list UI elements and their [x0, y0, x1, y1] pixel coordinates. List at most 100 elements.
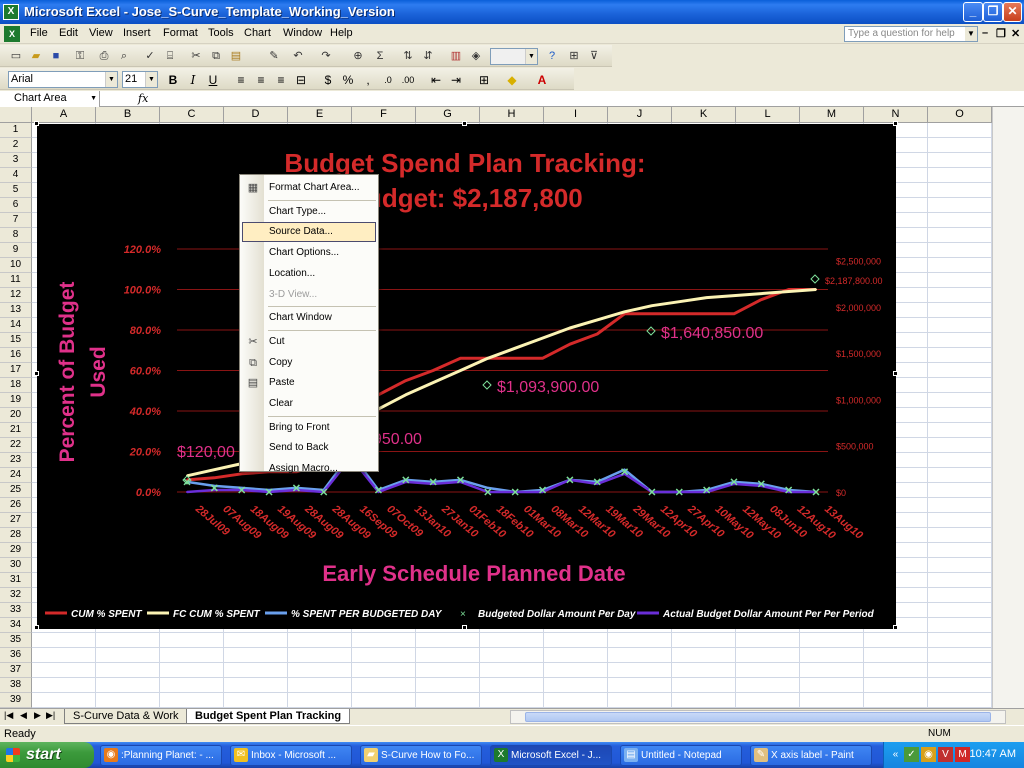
column-header[interactable]: J: [608, 107, 672, 123]
row-header[interactable]: 15: [0, 333, 32, 348]
chart-area[interactable]: Budget Spend Plan Tracking: Budget: $2,1…: [37, 124, 896, 629]
context-menu-item[interactable]: Location...: [242, 264, 376, 284]
taskbar-button[interactable]: ▰ S-Curve How to Fo...: [360, 745, 482, 766]
context-menu-item[interactable]: Chart Type...: [242, 202, 376, 222]
row-header[interactable]: 16: [0, 348, 32, 363]
network-icon[interactable]: ◉: [921, 747, 936, 762]
mcafee-icon[interactable]: M: [955, 747, 970, 762]
table-icon[interactable]: ⊞: [566, 48, 582, 64]
next-sheet-icon[interactable]: ▶: [34, 710, 41, 721]
minimize-button[interactable]: _: [963, 2, 983, 22]
context-menu-item[interactable]: Bring to Front: [242, 418, 376, 438]
row-header[interactable]: 22: [0, 438, 32, 453]
context-menu-item[interactable]: ✂ Cut: [242, 332, 376, 352]
column-header[interactable]: C: [160, 107, 224, 123]
y-axis-label-line1[interactable]: Percent of Budget: [56, 282, 79, 463]
chart-wizard-icon[interactable]: ▥: [448, 48, 464, 64]
sort-descending-icon[interactable]: ⇵: [420, 48, 436, 64]
taskbar-button[interactable]: ✉ Inbox - Microsoft ...: [230, 745, 352, 766]
hyperlink-icon[interactable]: ⊕: [350, 48, 366, 64]
sort-ascending-icon[interactable]: ⇅: [400, 48, 416, 64]
row-header[interactable]: 5: [0, 183, 32, 198]
sheet-tab-s-curve-data[interactable]: S-Curve Data & Work: [64, 709, 188, 724]
data-point[interactable]: [678, 300, 681, 303]
legend-label[interactable]: CUM % SPENT: [71, 609, 142, 620]
column-header[interactable]: I: [544, 107, 608, 123]
row-header[interactable]: 27: [0, 513, 32, 528]
menu-edit[interactable]: Edit: [59, 27, 78, 39]
column-header[interactable]: E: [288, 107, 352, 123]
row-header[interactable]: 32: [0, 588, 32, 603]
row-header[interactable]: 4: [0, 168, 32, 183]
column-header[interactable]: K: [672, 107, 736, 123]
data-point[interactable]: [787, 290, 790, 293]
context-menu-item[interactable]: Chart Window: [242, 308, 376, 328]
row-header[interactable]: 34: [0, 618, 32, 633]
data-annotation[interactable]: $120,00: [177, 444, 235, 461]
format-painter-icon[interactable]: ✎: [266, 48, 282, 64]
bold-button[interactable]: B: [165, 72, 181, 88]
row-header[interactable]: 38: [0, 678, 32, 693]
data-point[interactable]: [432, 369, 435, 372]
row-header[interactable]: 6: [0, 198, 32, 213]
column-header[interactable]: G: [416, 107, 480, 123]
row-header[interactable]: 17: [0, 363, 32, 378]
new-icon[interactable]: ▭: [8, 48, 24, 64]
data-point[interactable]: [404, 379, 407, 382]
data-point[interactable]: [705, 312, 708, 315]
row-header[interactable]: 7: [0, 213, 32, 228]
chevron-down-icon[interactable]: ▼: [525, 49, 537, 64]
context-menu-item[interactable]: ⧉ Copy: [242, 353, 376, 373]
row-header[interactable]: 36: [0, 648, 32, 663]
data-point[interactable]: [541, 357, 544, 360]
antivirus-icon[interactable]: V: [938, 747, 953, 762]
data-point[interactable]: [623, 310, 626, 313]
permission-icon[interactable]: ⚿: [72, 48, 88, 64]
workbook-icon[interactable]: X: [4, 26, 20, 42]
data-point[interactable]: [404, 393, 407, 396]
row-header[interactable]: 10: [0, 258, 32, 273]
menu-format[interactable]: Format: [163, 27, 198, 39]
name-box[interactable]: Chart Area ▼: [0, 91, 100, 107]
chevron-down-icon[interactable]: ▼: [105, 72, 117, 87]
last-sheet-icon[interactable]: ▶|: [46, 710, 55, 721]
resize-handle[interactable]: [34, 121, 39, 126]
row-header[interactable]: 2: [0, 138, 32, 153]
data-point[interactable]: [486, 486, 489, 489]
row-header[interactable]: 12: [0, 288, 32, 303]
data-point[interactable]: [760, 292, 763, 295]
context-menu-item[interactable]: ▦ Format Chart Area...: [242, 178, 376, 198]
data-point[interactable]: [568, 326, 571, 329]
print-preview-icon[interactable]: ⌕: [116, 48, 132, 64]
row-header[interactable]: 23: [0, 453, 32, 468]
italic-button[interactable]: I: [185, 72, 201, 88]
workbook-close-button[interactable]: ✕: [1011, 27, 1020, 40]
cut-icon[interactable]: ✂: [188, 48, 204, 64]
column-header[interactable]: D: [224, 107, 288, 123]
help-icon[interactable]: ?: [544, 48, 560, 64]
taskbar-button[interactable]: ◉:Planning Planet: - ...: [100, 745, 222, 766]
column-header[interactable]: O: [928, 107, 992, 123]
menu-window[interactable]: Window: [283, 27, 322, 39]
borders-icon[interactable]: ⊞: [476, 72, 492, 88]
excel-icon[interactable]: X: [3, 4, 19, 20]
data-point[interactable]: [568, 343, 571, 346]
row-header[interactable]: 14: [0, 318, 32, 333]
merge-center-icon[interactable]: ⊟: [293, 72, 309, 88]
row-header[interactable]: 21: [0, 423, 32, 438]
menu-file[interactable]: File: [30, 27, 48, 39]
menu-tools[interactable]: Tools: [208, 27, 234, 39]
row-header[interactable]: 28: [0, 528, 32, 543]
restore-button[interactable]: ❐: [983, 2, 1003, 22]
research-icon[interactable]: ⌸: [162, 48, 178, 64]
data-point[interactable]: [732, 312, 735, 315]
fill-color-icon[interactable]: ◆: [504, 72, 520, 88]
row-header[interactable]: 24: [0, 468, 32, 483]
data-point[interactable]: [213, 476, 216, 479]
undo-icon[interactable]: ↶: [290, 48, 306, 64]
context-menu-item[interactable]: ▤ Paste: [242, 373, 376, 393]
taskbar-button[interactable]: X Microsoft Excel - J...: [490, 745, 612, 766]
underline-button[interactable]: U: [205, 72, 221, 88]
data-point[interactable]: [514, 357, 517, 360]
currency-icon[interactable]: $: [320, 72, 336, 88]
